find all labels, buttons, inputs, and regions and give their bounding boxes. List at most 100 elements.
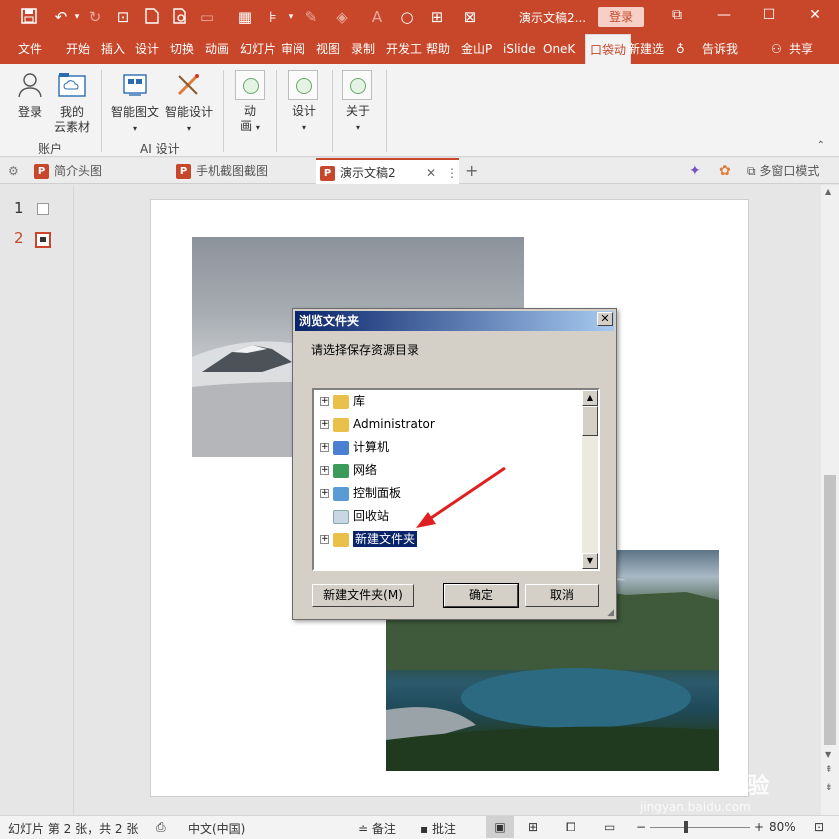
- zoom-slider-thumb[interactable]: [684, 821, 688, 833]
- tab-slideshow[interactable]: 幻灯片: [240, 34, 276, 64]
- design-icon[interactable]: [288, 70, 318, 100]
- tree-item-control-panel[interactable]: + 控制面板: [320, 483, 401, 503]
- save-icon[interactable]: [20, 8, 38, 28]
- reading-view-icon[interactable]: ⧠: [566, 820, 576, 835]
- doc-tab-1[interactable]: P 简介头图: [34, 158, 102, 184]
- tree-scroll-up-icon[interactable]: ▲: [582, 390, 598, 406]
- lightbulb-icon[interactable]: ♁: [676, 34, 685, 64]
- login-ribbon-button[interactable]: 登录: [12, 72, 48, 120]
- tab-options-icon[interactable]: ⚙: [8, 158, 19, 184]
- tab-pocket-animation[interactable]: 口袋动: [585, 34, 632, 65]
- align-icon[interactable]: ⊧: [264, 8, 282, 26]
- ribbon-display-icon[interactable]: ⧉: [667, 7, 687, 23]
- expand-icon[interactable]: +: [320, 420, 329, 429]
- tab-home[interactable]: 开始: [66, 34, 90, 64]
- tab-new-group[interactable]: 新建选: [628, 34, 664, 64]
- present-icon[interactable]: ⊡: [114, 8, 132, 26]
- animation-icon[interactable]: [235, 70, 265, 100]
- cancel-button[interactable]: 取消: [525, 584, 599, 607]
- accessibility-icon[interactable]: ⎙: [156, 820, 166, 835]
- tab-view[interactable]: 视图: [316, 34, 340, 64]
- smart-design-button[interactable]: 智能设计 ▾: [162, 72, 216, 136]
- font-color-icon[interactable]: A: [368, 8, 386, 26]
- tab-design[interactable]: 设计: [135, 34, 159, 64]
- doc-tab-3[interactable]: P 演示文稿2 ✕ ⋮: [316, 158, 459, 184]
- dialog-close-button[interactable]: ✕: [597, 312, 613, 326]
- maximize-icon[interactable]: ☐: [759, 7, 779, 23]
- expand-icon[interactable]: +: [320, 489, 329, 498]
- tree-scroll-thumb[interactable]: [582, 406, 598, 436]
- tab-insert[interactable]: 插入: [101, 34, 125, 64]
- ok-button[interactable]: 确定: [443, 583, 519, 608]
- slide-sorter-icon[interactable]: ⊞: [528, 820, 538, 834]
- tab-kingsoft[interactable]: 金山P: [461, 34, 492, 64]
- tree-item-recycle-bin[interactable]: 回收站: [320, 506, 389, 526]
- tab-more-icon[interactable]: ⋮: [446, 160, 458, 186]
- magic-wand-icon[interactable]: ✦: [689, 158, 701, 184]
- eyedropper-icon[interactable]: ✎: [302, 8, 320, 26]
- folder-tree[interactable]: + 库 + Administrator + 计算机 + 网络 + 控制面板 回收站 + 新建…: [312, 388, 600, 571]
- tree-item-computer[interactable]: + 计算机: [320, 437, 389, 457]
- undo-dropdown-icon[interactable]: ▾: [68, 8, 86, 26]
- vertical-scrollbar[interactable]: ▲ ▼ ⇞ ⇟: [821, 185, 839, 815]
- preview-icon[interactable]: [172, 8, 190, 28]
- my-cloud-assets-button[interactable]: 我的 云素材: [52, 72, 92, 135]
- animation-button[interactable]: 动 画 ▾: [234, 104, 266, 135]
- tree-item-administrator[interactable]: + Administrator: [320, 414, 435, 434]
- next-slide-icon[interactable]: ⇟: [825, 783, 833, 793]
- close-tab-icon[interactable]: ✕: [426, 160, 436, 186]
- expand-icon[interactable]: +: [320, 466, 329, 475]
- expand-icon[interactable]: +: [320, 535, 329, 544]
- tab-transitions[interactable]: 切换: [170, 34, 194, 64]
- fit-slide-icon[interactable]: ⊡: [814, 820, 824, 834]
- minimize-icon[interactable]: —: [714, 7, 734, 23]
- slide-thumb-1[interactable]: [37, 203, 49, 215]
- tab-record[interactable]: 录制: [351, 34, 375, 64]
- tree-scroll-down-icon[interactable]: ▼: [582, 553, 598, 569]
- language-status[interactable]: 中文(中国): [188, 820, 245, 837]
- tab-developer[interactable]: 开发工: [386, 34, 422, 64]
- tree-item-library[interactable]: + 库: [320, 391, 365, 411]
- about-button[interactable]: 关于 ▾: [340, 104, 376, 135]
- share-button[interactable]: 共享: [789, 34, 813, 64]
- tree-item-network[interactable]: + 网络: [320, 460, 377, 480]
- multi-window-button[interactable]: ⧉ 多窗口模式: [747, 158, 819, 184]
- tab-islide[interactable]: iSlide: [503, 34, 536, 64]
- doc-tab-2[interactable]: P 手机截图截图: [176, 158, 268, 184]
- redo-icon[interactable]: ↻: [86, 8, 104, 26]
- circle-icon[interactable]: ○: [398, 8, 416, 26]
- expand-icon[interactable]: +: [320, 397, 329, 406]
- smart-image-text-button[interactable]: 智能图文 ▾: [108, 72, 162, 136]
- tab-review[interactable]: 审阅: [281, 34, 305, 64]
- zoom-slider[interactable]: [650, 827, 750, 828]
- resize-grip-icon[interactable]: ◢: [607, 608, 614, 618]
- prev-slide-icon[interactable]: ⇞: [825, 765, 833, 775]
- new-folder-button[interactable]: 新建文件夹(M): [312, 584, 414, 607]
- collapse-ribbon-icon[interactable]: ⌃: [817, 140, 825, 151]
- fill-icon[interactable]: ◈: [333, 8, 351, 26]
- tab-onekey[interactable]: OneK: [543, 34, 575, 64]
- tab-animations[interactable]: 动画: [205, 34, 229, 64]
- grid-icon[interactable]: ▦: [236, 8, 254, 26]
- design-button[interactable]: 设计 ▾: [286, 104, 322, 135]
- zoom-in-icon[interactable]: +: [754, 820, 764, 834]
- slide-thumb-2[interactable]: [35, 232, 51, 248]
- settings-gear-icon[interactable]: ✿: [719, 158, 731, 184]
- crop-icon[interactable]: ⊞: [428, 8, 446, 26]
- tell-me-input[interactable]: 告诉我: [702, 34, 738, 64]
- scroll-up-icon[interactable]: ▲: [825, 187, 831, 196]
- login-button[interactable]: 登录: [598, 7, 644, 27]
- expand-icon[interactable]: +: [320, 443, 329, 452]
- scroll-thumb[interactable]: [824, 475, 836, 745]
- slideshow-icon[interactable]: ▭: [604, 820, 615, 834]
- comments-button[interactable]: ▪ 批注: [420, 820, 456, 837]
- tab-file[interactable]: 文件: [18, 34, 42, 64]
- notes-button[interactable]: ≐ 备注: [358, 820, 396, 837]
- about-icon[interactable]: [342, 70, 372, 100]
- close-icon[interactable]: ✕: [805, 7, 825, 23]
- scroll-down-icon[interactable]: ▼: [825, 750, 831, 759]
- image-icon[interactable]: ▭: [198, 8, 216, 26]
- normal-view-icon[interactable]: ▣: [486, 816, 514, 838]
- close-doc-icon[interactable]: ⊠: [461, 8, 479, 26]
- zoom-level[interactable]: 80%: [769, 820, 796, 834]
